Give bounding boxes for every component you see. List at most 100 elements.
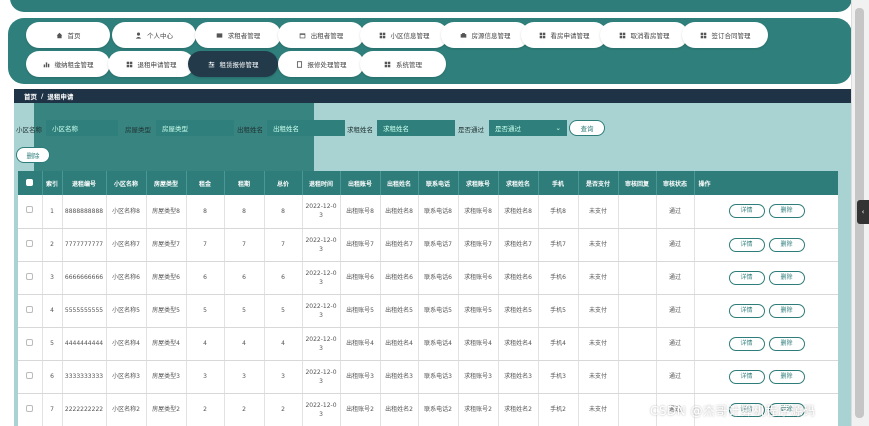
detail-button[interactable]: 详情 bbox=[728, 270, 765, 285]
table-cell-phone: 联系电话2 bbox=[418, 393, 459, 426]
table-cell-term: 3 bbox=[224, 360, 265, 394]
table-cell-landlord-name: 出租姓名5 bbox=[380, 294, 419, 328]
table-cell-landlord-account: 出租账号4 bbox=[340, 327, 381, 361]
nav-item-viewing-apply[interactable]: 看房申请管理 bbox=[521, 22, 607, 48]
row-select-cell[interactable] bbox=[18, 294, 43, 328]
table-cell-status: 通过 bbox=[656, 294, 695, 328]
table-cell-total: 7 bbox=[264, 228, 303, 262]
query-button[interactable]: 查询 bbox=[569, 120, 605, 136]
table-cell-status: 通过 bbox=[656, 327, 695, 361]
approved-select-value: 是否通过 bbox=[495, 125, 521, 133]
table-cell-index: 5 bbox=[42, 327, 63, 361]
approved-select[interactable]: 是否通过 ⌄ bbox=[489, 120, 567, 136]
table-cell-index: 4 bbox=[42, 294, 63, 328]
detail-button[interactable]: 详情 bbox=[728, 237, 765, 252]
approved-label: 是否通过 bbox=[458, 126, 484, 134]
table-cell-code: 6666666666 bbox=[62, 261, 107, 295]
table-cell-mobile: 手机4 bbox=[538, 327, 579, 361]
table-cell-house-type: 房屋类型6 bbox=[146, 261, 187, 295]
row-checkbox[interactable] bbox=[26, 239, 34, 247]
row-checkbox[interactable] bbox=[26, 272, 34, 280]
row-select-cell[interactable] bbox=[18, 261, 43, 295]
row-checkbox[interactable] bbox=[26, 206, 34, 214]
delete-button[interactable]: 删除 bbox=[768, 237, 805, 252]
nav-item-repair-mgmt[interactable]: 租赁报修管理 bbox=[188, 51, 278, 77]
detail-button[interactable]: 详情 bbox=[728, 204, 765, 219]
table-cell-tenant-account: 求租账号8 bbox=[458, 195, 499, 229]
nav-item-system-mgmt[interactable]: 系统管理 bbox=[360, 51, 446, 77]
landlord-name-input[interactable]: 出租姓名 bbox=[267, 120, 345, 136]
table-cell-tenant-account: 求租账号4 bbox=[458, 327, 499, 361]
table-cell-reply bbox=[618, 228, 657, 262]
select-all-checkbox[interactable] bbox=[26, 178, 34, 186]
detail-button[interactable]: 详情 bbox=[728, 336, 765, 351]
select-all-cell[interactable] bbox=[18, 171, 43, 195]
table-cell-date: 2022-12-03 bbox=[302, 327, 341, 361]
nav-item-profile[interactable]: 个人中心 bbox=[112, 22, 196, 48]
table-cell-total: 2 bbox=[264, 393, 303, 426]
nav-label: 求租者管理 bbox=[227, 32, 261, 40]
nav-item-community-mgmt[interactable]: 小区信息管理 bbox=[360, 22, 448, 48]
row-select-cell[interactable] bbox=[18, 393, 43, 426]
nav-item-repair-handling[interactable]: 报修处理管理 bbox=[278, 51, 364, 77]
house-type-input[interactable]: 房屋类型 bbox=[156, 120, 234, 136]
delete-button[interactable]: 删除 bbox=[768, 369, 805, 384]
nav-item-rent-payment[interactable]: 缴纳租金管理 bbox=[26, 51, 110, 77]
nav-item-contract-mgmt[interactable]: 签订合同管理 bbox=[682, 22, 768, 48]
table-cell-total: 8 bbox=[264, 195, 303, 229]
nav-item-cancel-viewing[interactable]: 取消看房管理 bbox=[600, 22, 688, 48]
nav-label: 退租申请管理 bbox=[137, 61, 177, 69]
row-select-cell[interactable] bbox=[18, 195, 43, 229]
delete-button[interactable]: 删除 bbox=[768, 204, 805, 219]
row-actions: 详情 删除 bbox=[694, 360, 838, 394]
delete-button[interactable]: 删除 bbox=[768, 303, 805, 318]
table-cell-landlord-account: 出租账号8 bbox=[340, 195, 381, 229]
grid-icon bbox=[700, 32, 707, 39]
table-cell-house-type: 房屋类型4 bbox=[146, 327, 187, 361]
table-row: 6 3333333333 小区名称3 房屋类型3 3 3 3 2022-12-03 出租账号3 出… bbox=[18, 360, 838, 394]
row-checkbox[interactable] bbox=[26, 338, 34, 346]
breadcrumb-home[interactable]: 首页 bbox=[24, 91, 37, 101]
table-cell-landlord-name: 出租姓名4 bbox=[380, 327, 419, 361]
table-cell-tenant-name: 求租姓名5 bbox=[498, 294, 539, 328]
table-cell-phone: 联系电话3 bbox=[418, 360, 459, 394]
row-select-cell[interactable] bbox=[18, 327, 43, 361]
nav-label: 房源信息管理 bbox=[471, 32, 511, 40]
house-type-label: 房屋类型 bbox=[125, 126, 151, 134]
detail-button[interactable]: 详情 bbox=[728, 303, 765, 318]
table-cell-phone: 联系电话8 bbox=[418, 195, 459, 229]
col-header: 是否支付 bbox=[578, 171, 619, 195]
nav-item-house-mgmt[interactable]: 房源信息管理 bbox=[441, 22, 529, 48]
table-cell-tenant-name: 求租姓名8 bbox=[498, 195, 539, 229]
table-cell-term: 7 bbox=[224, 228, 265, 262]
batch-delete-button[interactable]: 删除 bbox=[16, 147, 50, 163]
row-select-cell[interactable] bbox=[18, 360, 43, 394]
table-cell-status: 通过 bbox=[656, 195, 695, 229]
table-cell-community: 小区名称5 bbox=[106, 294, 147, 328]
user-icon bbox=[135, 32, 142, 39]
row-actions: 详情 删除 bbox=[694, 261, 838, 295]
community-input[interactable]: 小区名称 bbox=[46, 120, 118, 136]
delete-button[interactable]: 删除 bbox=[768, 336, 805, 351]
row-select-cell[interactable] bbox=[18, 228, 43, 262]
nav-label: 缴纳租金管理 bbox=[54, 61, 94, 69]
table-cell-house-type: 房屋类型8 bbox=[146, 195, 187, 229]
table-cell-community: 小区名称6 bbox=[106, 261, 147, 295]
detail-button[interactable]: 详情 bbox=[728, 369, 765, 384]
nav-item-tenant-mgmt[interactable]: 求租者管理 bbox=[195, 22, 281, 48]
nav-label: 看房申请管理 bbox=[550, 32, 590, 40]
col-header: 审核回复 bbox=[618, 171, 657, 195]
row-actions: 详情 删除 bbox=[694, 195, 838, 229]
side-collapse-tab[interactable]: ‹ bbox=[857, 200, 869, 224]
delete-button[interactable]: 删除 bbox=[768, 270, 805, 285]
table-cell-date: 2022-12-03 bbox=[302, 261, 341, 295]
table-cell-house-type: 房屋类型2 bbox=[146, 393, 187, 426]
row-checkbox[interactable] bbox=[26, 404, 34, 412]
nav-item-landlord-mgmt[interactable]: 出租者管理 bbox=[278, 22, 364, 48]
grid-icon bbox=[539, 32, 546, 39]
nav-item-home[interactable]: 首页 bbox=[26, 22, 110, 48]
row-checkbox[interactable] bbox=[26, 371, 34, 379]
tenant-name-input[interactable]: 求租姓名 bbox=[377, 120, 455, 136]
nav-item-move-out-apply[interactable]: 退租申请管理 bbox=[108, 51, 194, 77]
row-checkbox[interactable] bbox=[26, 305, 34, 313]
